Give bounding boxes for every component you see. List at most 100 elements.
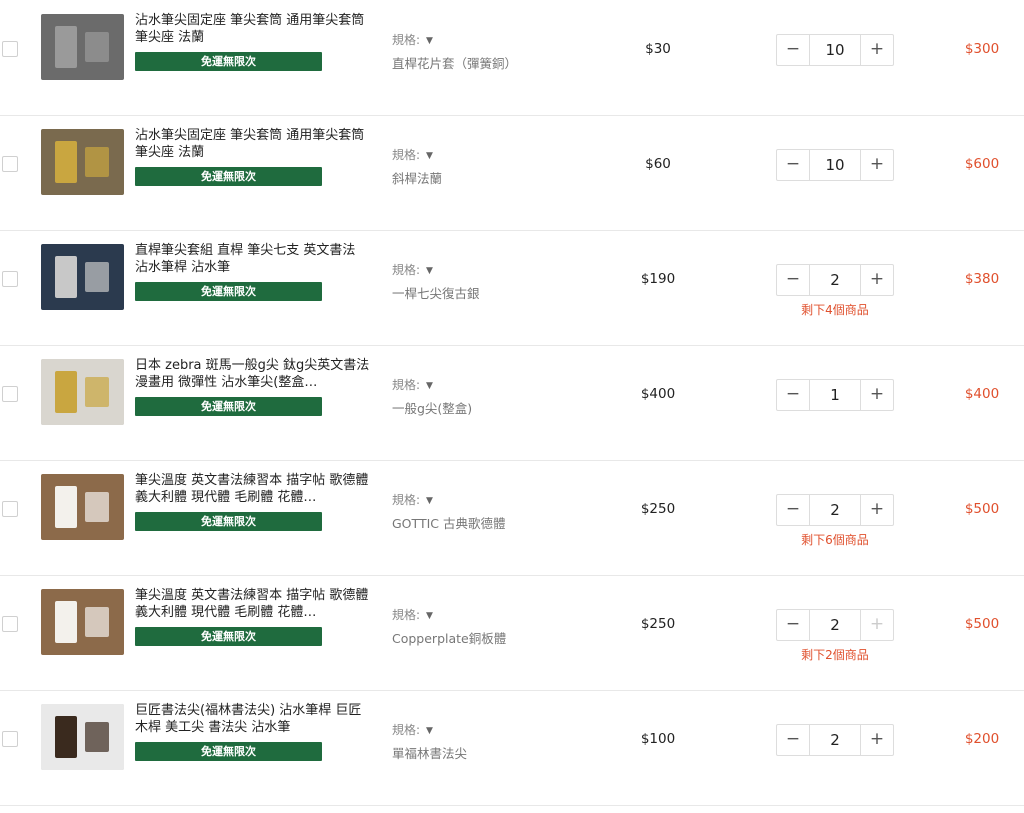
item-subtotal: $500 — [964, 616, 1000, 632]
product-image — [41, 244, 124, 310]
product-thumbnail[interactable] — [41, 589, 124, 655]
product-thumbnail[interactable] — [41, 474, 124, 540]
increase-quantity-button[interactable]: + — [861, 380, 893, 410]
spec-selector[interactable]: 規格: ▼ — [392, 721, 433, 738]
item-select-checkbox[interactable] — [2, 386, 18, 402]
product-title[interactable]: 筆尖溫度 英文書法練習本 描字帖 歌德體 義大利體 現代體 毛刷體 花體… — [135, 587, 370, 621]
cart-item-row: 直桿筆尖套組 直桿 筆尖七支 英文書法 沾水筆桿 沾水筆 免運無限次 規格: ▼ … — [0, 231, 1024, 346]
cart-item-row: 沾水筆尖固定座 筆尖套筒 通用筆尖套筒 筆尖座 法蘭 免運無限次 規格: ▼ 直桿… — [0, 1, 1024, 116]
decrease-quantity-button[interactable]: − — [777, 35, 809, 65]
product-thumbnail[interactable] — [41, 359, 124, 425]
unit-price: $250 — [640, 616, 676, 632]
free-shipping-badge: 免運無限次 — [135, 742, 322, 761]
product-title[interactable]: 直桿筆尖套組 直桿 筆尖七支 英文書法 沾水筆桿 沾水筆 — [135, 242, 370, 276]
free-shipping-badge: 免運無限次 — [135, 282, 322, 301]
spec-selector[interactable]: 規格: ▼ — [392, 491, 433, 508]
spec-label: 規格: — [392, 148, 421, 162]
product-title[interactable]: 沾水筆尖固定座 筆尖套筒 通用筆尖套筒 筆尖座 法蘭 — [135, 127, 370, 161]
product-thumbnail[interactable] — [41, 704, 124, 770]
quantity-stepper: − + — [776, 264, 894, 296]
free-shipping-badge: 免運無限次 — [135, 167, 322, 186]
product-title[interactable]: 沾水筆尖固定座 筆尖套筒 通用筆尖套筒 筆尖座 法蘭 — [135, 12, 370, 46]
decrease-quantity-button[interactable]: − — [777, 495, 809, 525]
quantity-stepper: − + — [776, 379, 894, 411]
spec-selector[interactable]: 規格: ▼ — [392, 376, 433, 393]
decrease-quantity-button[interactable]: − — [777, 265, 809, 295]
product-image — [41, 474, 124, 540]
spec-label: 規格: — [392, 33, 421, 47]
increase-quantity-button[interactable]: + — [861, 265, 893, 295]
increase-quantity-button[interactable]: + — [861, 725, 893, 755]
increase-quantity-button[interactable]: + — [861, 150, 893, 180]
unit-price: $400 — [640, 386, 676, 402]
spec-label: 規格: — [392, 263, 421, 277]
cart-item-row: 筆尖溫度 英文書法練習本 描字帖 歌德體 義大利體 現代體 毛刷體 花體… 免運… — [0, 461, 1024, 576]
item-select-checkbox[interactable] — [2, 616, 18, 632]
product-title[interactable]: 筆尖溫度 英文書法練習本 描字帖 歌德體 義大利體 現代體 毛刷體 花體… — [135, 472, 370, 506]
item-subtotal: $380 — [964, 271, 1000, 287]
spec-label: 規格: — [392, 723, 421, 737]
caret-down-icon: ▼ — [426, 36, 433, 46]
spec-value: Copperplate銅板體 — [392, 631, 507, 646]
caret-down-icon: ▼ — [426, 496, 433, 506]
quantity-stepper: − + — [776, 34, 894, 66]
unit-price: $60 — [645, 156, 671, 172]
spec-value: 單福林書法尖 — [392, 746, 468, 761]
quantity-input[interactable] — [809, 495, 861, 525]
quantity-input[interactable] — [809, 725, 861, 755]
spec-value: GOTTIC 古典歌德體 — [392, 516, 506, 531]
quantity-stepper: − + — [776, 724, 894, 756]
decrease-quantity-button[interactable]: − — [777, 725, 809, 755]
caret-down-icon: ▼ — [426, 726, 433, 736]
increase-quantity-button[interactable]: + — [861, 495, 893, 525]
item-select-checkbox[interactable] — [2, 271, 18, 287]
cart-item-row: 筆尖溫度 英文書法練習本 描字帖 歌德體 義大利體 現代體 毛刷體 花體… 免運… — [0, 576, 1024, 691]
decrease-quantity-button[interactable]: − — [777, 150, 809, 180]
item-select-checkbox[interactable] — [2, 156, 18, 172]
quantity-input[interactable] — [809, 35, 861, 65]
quantity-input[interactable] — [809, 150, 861, 180]
increase-quantity-button[interactable]: + — [861, 35, 893, 65]
spec-label: 規格: — [392, 608, 421, 622]
product-title[interactable]: 巨匠書法尖(福林書法尖) 沾水筆桿 巨匠木桿 美工尖 書法尖 沾水筆 — [135, 702, 370, 736]
item-subtotal: $400 — [964, 386, 1000, 402]
free-shipping-badge: 免運無限次 — [135, 627, 322, 646]
spec-value: 一桿七尖復古銀 — [392, 286, 480, 301]
decrease-quantity-button[interactable]: − — [777, 380, 809, 410]
item-select-checkbox[interactable] — [2, 731, 18, 747]
item-subtotal: $600 — [964, 156, 1000, 172]
product-thumbnail[interactable] — [41, 14, 124, 80]
caret-down-icon: ▼ — [426, 266, 433, 276]
spec-selector[interactable]: 規格: ▼ — [392, 606, 433, 623]
quantity-stepper: − + — [776, 149, 894, 181]
product-image — [41, 359, 124, 425]
increase-quantity-button[interactable]: + — [861, 610, 893, 640]
quantity-input[interactable] — [809, 380, 861, 410]
product-title[interactable]: 日本 zebra 斑馬一般g尖 鈦g尖英文書法 漫畫用 微彈性 沾水筆尖(整盒… — [135, 357, 370, 391]
item-select-checkbox[interactable] — [2, 501, 18, 517]
caret-down-icon: ▼ — [426, 611, 433, 621]
quantity-input[interactable] — [809, 610, 861, 640]
spec-selector[interactable]: 規格: ▼ — [392, 146, 433, 163]
cart-item-row: 沾水筆尖固定座 筆尖套筒 通用筆尖套筒 筆尖座 法蘭 免運無限次 規格: ▼ 斜桿… — [0, 116, 1024, 231]
spec-selector[interactable]: 規格: ▼ — [392, 31, 433, 48]
stock-remaining-note: 剩下6個商品 — [801, 533, 869, 547]
product-image — [41, 589, 124, 655]
item-subtotal: $500 — [964, 501, 1000, 517]
quantity-stepper: − + — [776, 609, 894, 641]
free-shipping-badge: 免運無限次 — [135, 52, 322, 71]
spec-label: 規格: — [392, 493, 421, 507]
spec-value: 一般g尖(整盒) — [392, 401, 473, 416]
quantity-stepper: − + — [776, 494, 894, 526]
decrease-quantity-button[interactable]: − — [777, 610, 809, 640]
cart-item-row: 巨匠書法尖(福林書法尖) 沾水筆桿 巨匠木桿 美工尖 書法尖 沾水筆 免運無限次… — [0, 691, 1024, 806]
item-select-checkbox[interactable] — [2, 41, 18, 57]
quantity-input[interactable] — [809, 265, 861, 295]
cart-item-row: 日本 zebra 斑馬一般g尖 鈦g尖英文書法 漫畫用 微彈性 沾水筆尖(整盒…… — [0, 346, 1024, 461]
unit-price: $30 — [645, 41, 671, 57]
spec-selector[interactable]: 規格: ▼ — [392, 261, 433, 278]
item-subtotal: $200 — [964, 731, 1000, 747]
product-image — [41, 704, 124, 770]
product-thumbnail[interactable] — [41, 129, 124, 195]
product-thumbnail[interactable] — [41, 244, 124, 310]
